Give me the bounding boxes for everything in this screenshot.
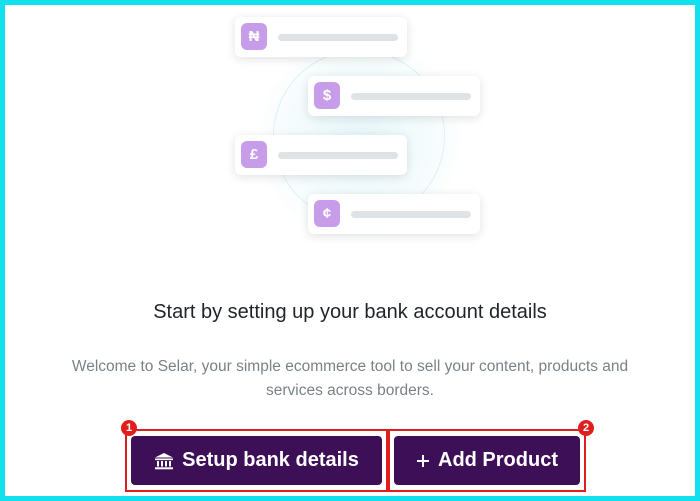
placeholder-line (351, 93, 471, 100)
placeholder-line (351, 211, 471, 218)
pound-icon: £ (241, 141, 267, 168)
currency-card-dollar: $ (308, 76, 480, 116)
dollar-icon: $ (314, 82, 340, 109)
marker-1: 1 (121, 420, 137, 436)
cedi-icon: ¢ (314, 200, 340, 227)
marker-2: 2 (578, 420, 594, 436)
add-product-button[interactable]: Add Product (394, 436, 580, 485)
currency-illustration: ₦ $ £ ¢ (5, 5, 695, 265)
screenshot-frame: ₦ $ £ ¢ Start by setting up your bank ac… (0, 0, 700, 501)
welcome-text: Welcome to Selar, your simple ecommerce … (71, 358, 629, 399)
setup-bank-highlight: Setup bank details (125, 429, 388, 492)
add-product-highlight: Add Product (388, 429, 586, 492)
plus-icon (416, 454, 430, 468)
page-headline: Start by setting up your bank account de… (153, 301, 547, 323)
placeholder-line (278, 34, 398, 41)
currency-card-naira: ₦ (235, 17, 407, 57)
currency-card-pound: £ (235, 135, 407, 175)
naira-icon: ₦ (241, 23, 267, 50)
setup-bank-label: Setup bank details (182, 449, 359, 471)
setup-bank-details-button[interactable]: Setup bank details (131, 436, 382, 485)
add-product-label: Add Product (438, 449, 558, 471)
currency-card-cedi: ¢ (308, 194, 480, 234)
placeholder-line (278, 152, 398, 159)
bank-icon (154, 452, 174, 470)
